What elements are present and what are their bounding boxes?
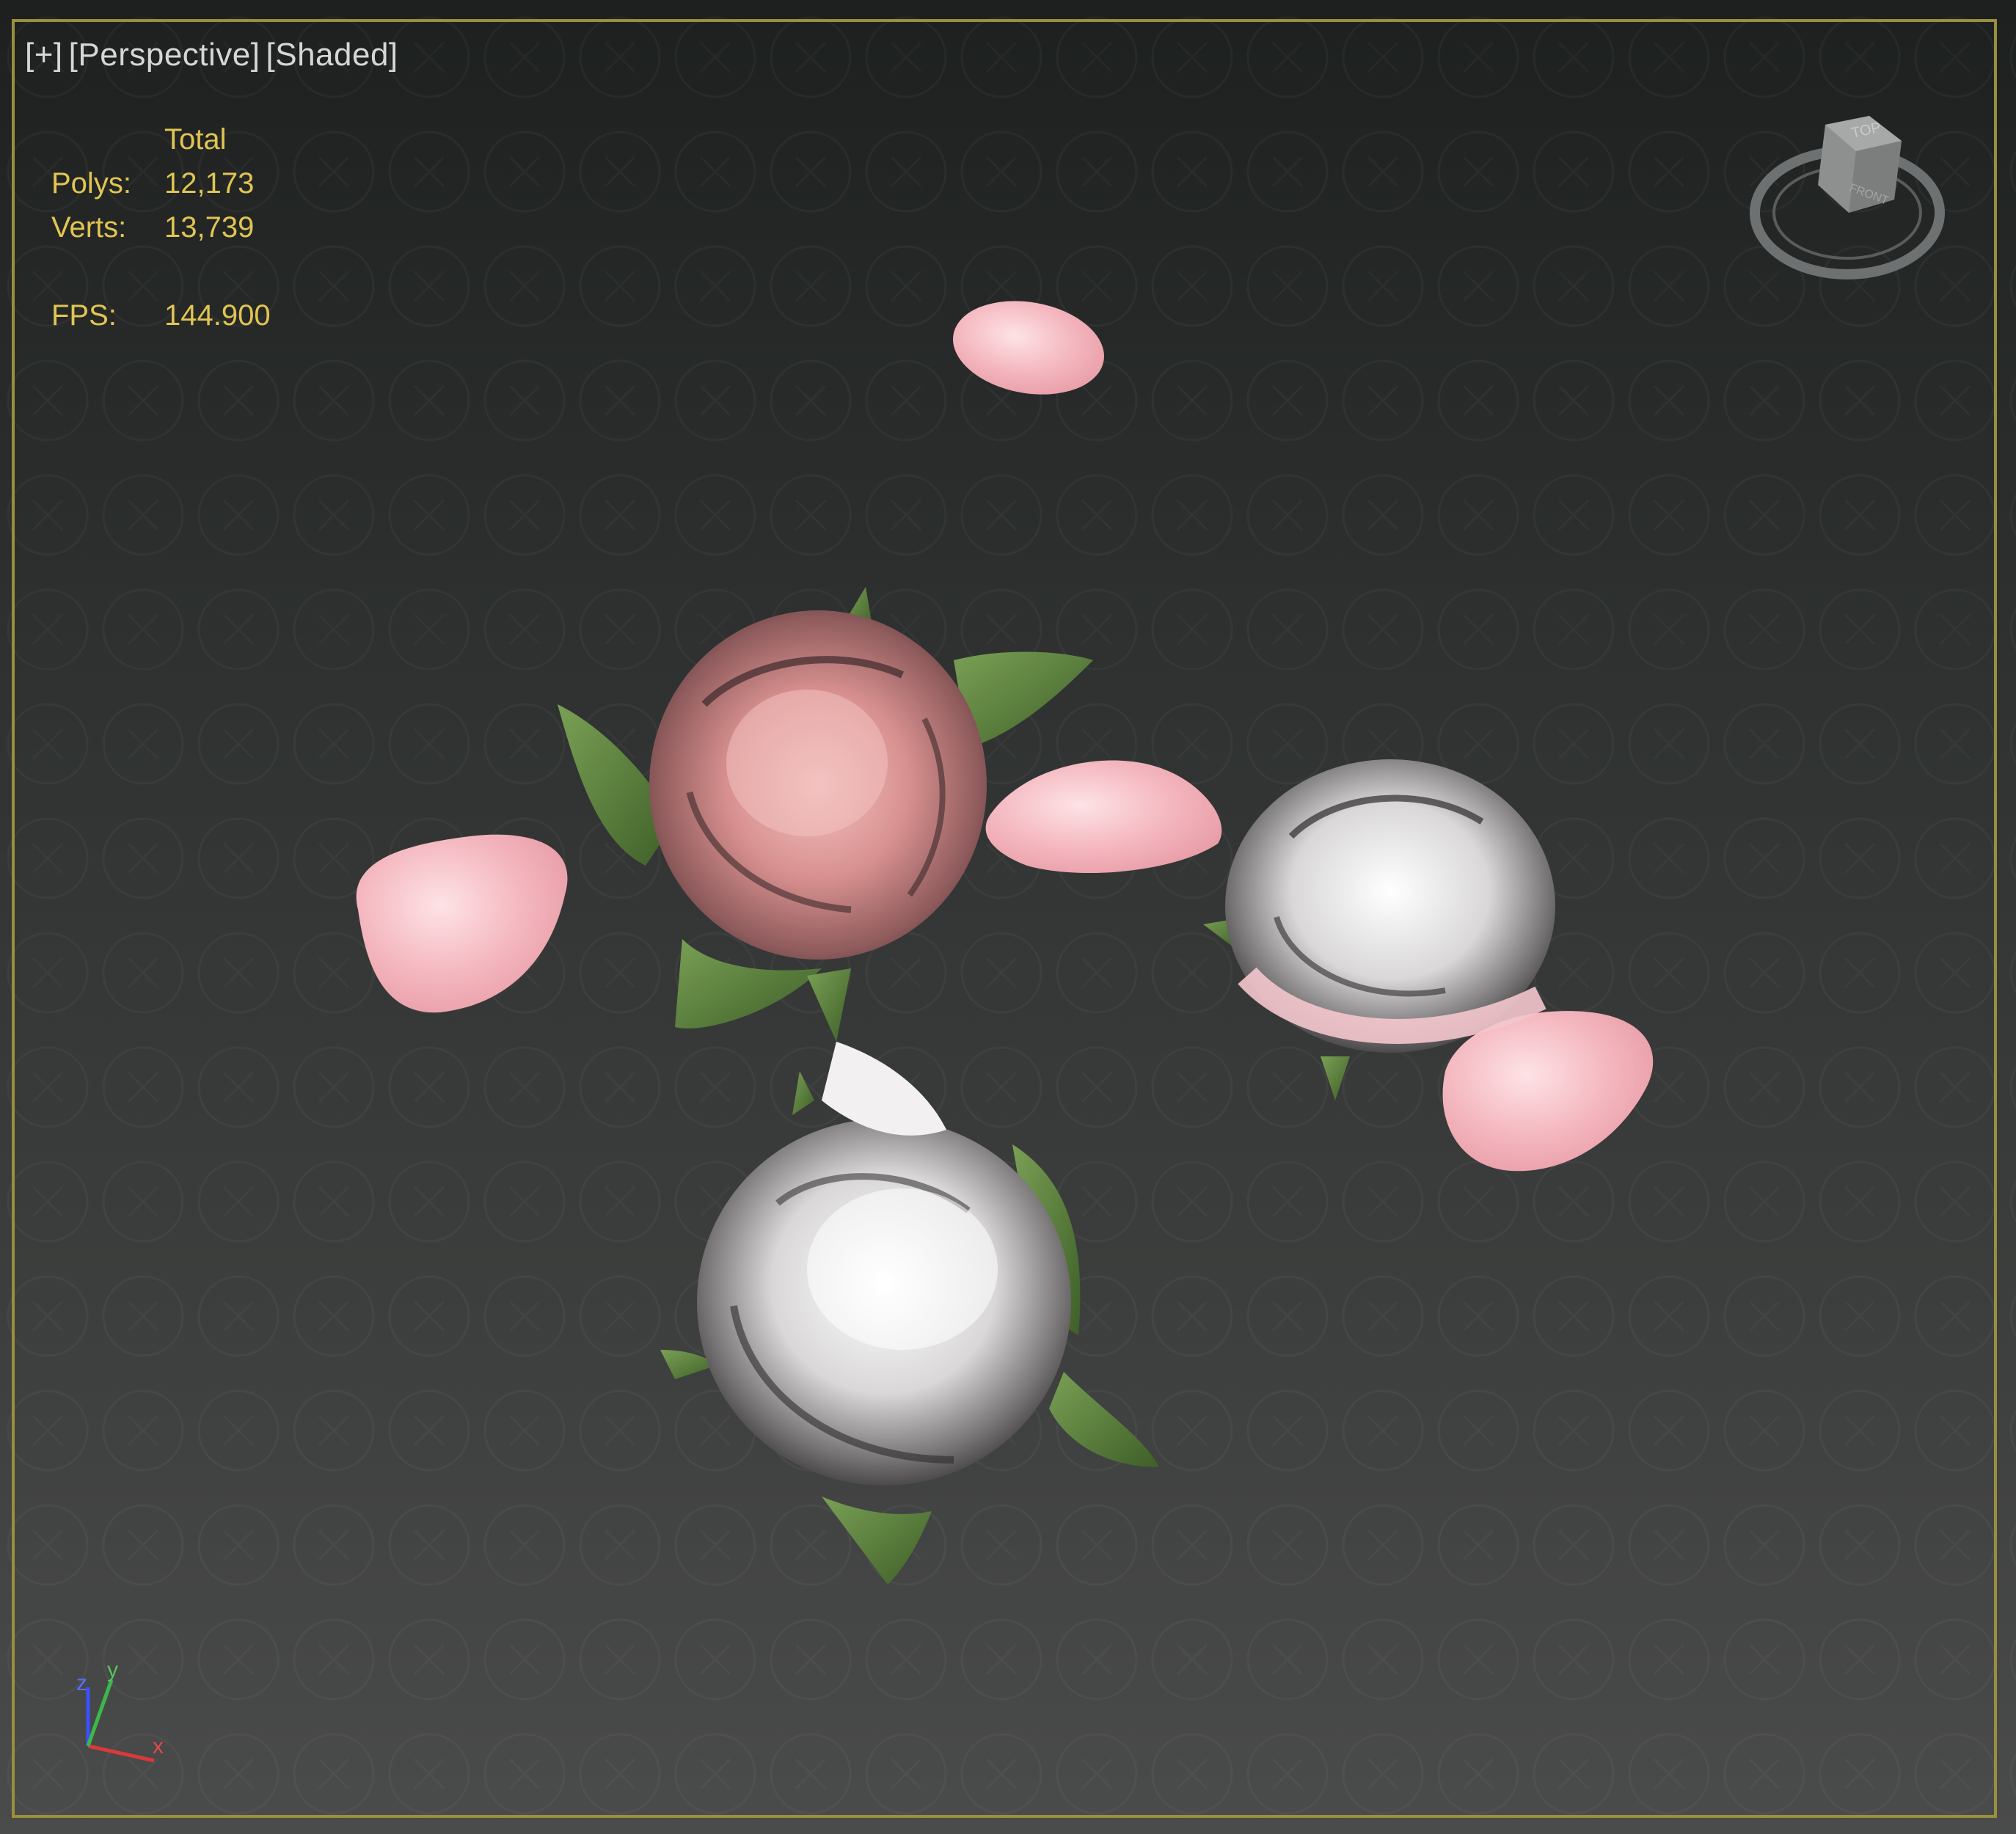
viewport-perspective[interactable]: [+] [Perspective] [Shaded] Total Polys: … bbox=[0, 0, 2016, 1834]
axis-tripod: z y x bbox=[76, 1658, 164, 1763]
viewport-menu-button[interactable]: [+] bbox=[25, 37, 63, 73]
stats-header: Total bbox=[164, 123, 227, 156]
axis-z-label: z bbox=[76, 1671, 87, 1695]
polys-label: Polys: bbox=[51, 167, 131, 200]
verts-label: Verts: bbox=[51, 211, 127, 244]
fps-label: FPS: bbox=[51, 299, 117, 332]
viewport-view-label[interactable]: [Perspective] bbox=[69, 37, 260, 73]
active-viewport-border bbox=[12, 19, 1997, 1818]
axis-x-label: x bbox=[153, 1734, 164, 1758]
polys-value: 12,173 bbox=[164, 167, 255, 200]
fps-value: 144.900 bbox=[164, 299, 271, 332]
axis-y-label: y bbox=[107, 1658, 118, 1682]
viewport-label-bar: [+] [Perspective] [Shaded] bbox=[25, 37, 398, 73]
viewcube-navigation[interactable]: TOP FRONT bbox=[1739, 103, 1959, 293]
verts-value: 13,739 bbox=[164, 211, 255, 244]
viewport-shading-label[interactable]: [Shaded] bbox=[266, 37, 398, 73]
statistics-overlay: Total Polys: 12,173 Verts: 13,739 FPS: 1… bbox=[51, 117, 271, 337]
